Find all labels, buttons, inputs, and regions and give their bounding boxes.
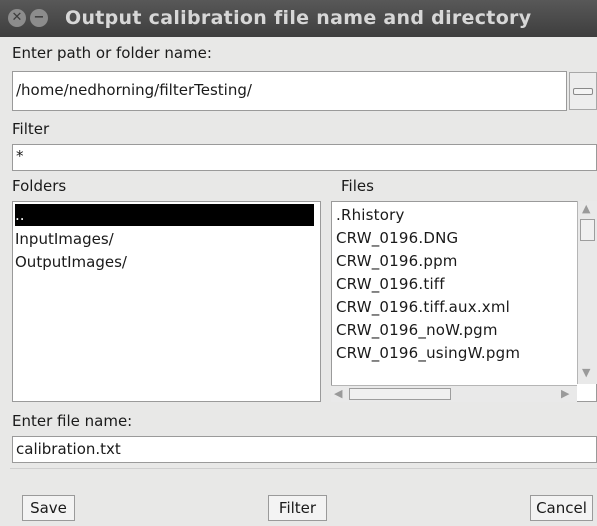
file-item[interactable]: CRW_0196.ppm (336, 250, 458, 272)
folder-item[interactable]: .. (15, 204, 314, 226)
vertical-scroll-thumb[interactable] (580, 219, 595, 241)
file-item[interactable]: CRW_0196.tiff.aux.xml (336, 296, 510, 318)
folders-label: Folders (12, 177, 67, 195)
file-item[interactable]: CRW_0196_noW.pgm (336, 319, 498, 341)
save-button[interactable]: Save (22, 495, 75, 521)
folder-browse-icon (573, 88, 593, 95)
file-item[interactable]: CRW_0196.DNG (336, 227, 458, 249)
file-item[interactable]: CRW_0196.tiff (336, 273, 445, 295)
browse-button[interactable] (569, 72, 597, 110)
filter-button[interactable]: Filter (268, 495, 327, 521)
path-input[interactable]: /home/nedhorning/filterTesting/ (12, 71, 567, 111)
minimize-icon[interactable]: − (30, 9, 48, 27)
files-list[interactable]: .Rhistory CRW_0196.DNG CRW_0196.ppm CRW_… (331, 201, 597, 402)
scroll-down-icon[interactable]: ▼ (582, 367, 590, 379)
filename-input-value: calibration.txt (16, 440, 121, 458)
filter-input-value: * (16, 147, 24, 165)
file-item[interactable]: CRW_0196_usingW.pgm (336, 342, 520, 364)
files-horizontal-scrollbar[interactable]: ◀ ▶ (331, 385, 577, 402)
filter-input[interactable]: * (12, 144, 597, 171)
separator (10, 468, 597, 469)
horizontal-scroll-thumb[interactable] (349, 388, 451, 400)
title-bar: ✕ − Output calibration file name and dir… (0, 0, 597, 37)
scroll-up-icon[interactable]: ▲ (582, 203, 590, 215)
path-input-value: /home/nedhorning/filterTesting/ (16, 81, 252, 99)
path-label: Enter path or folder name: (12, 44, 212, 62)
close-icon[interactable]: ✕ (8, 9, 26, 27)
files-vertical-scrollbar[interactable]: ▲ ▼ (577, 201, 597, 384)
folder-item[interactable]: OutputImages/ (15, 251, 127, 273)
file-item[interactable]: .Rhistory (336, 204, 405, 226)
scroll-left-icon[interactable]: ◀ (334, 388, 342, 400)
scroll-right-icon[interactable]: ▶ (561, 388, 569, 400)
filename-label: Enter file name: (12, 412, 133, 430)
filter-label: Filter (12, 120, 50, 138)
files-label: Files (341, 177, 374, 195)
folder-item[interactable]: InputImages/ (15, 228, 114, 250)
filename-input[interactable]: calibration.txt (12, 436, 597, 463)
folders-list[interactable]: .. InputImages/ OutputImages/ (12, 201, 321, 402)
window-title: Output calibration file name and directo… (65, 7, 532, 29)
cancel-button[interactable]: Cancel (530, 495, 593, 521)
